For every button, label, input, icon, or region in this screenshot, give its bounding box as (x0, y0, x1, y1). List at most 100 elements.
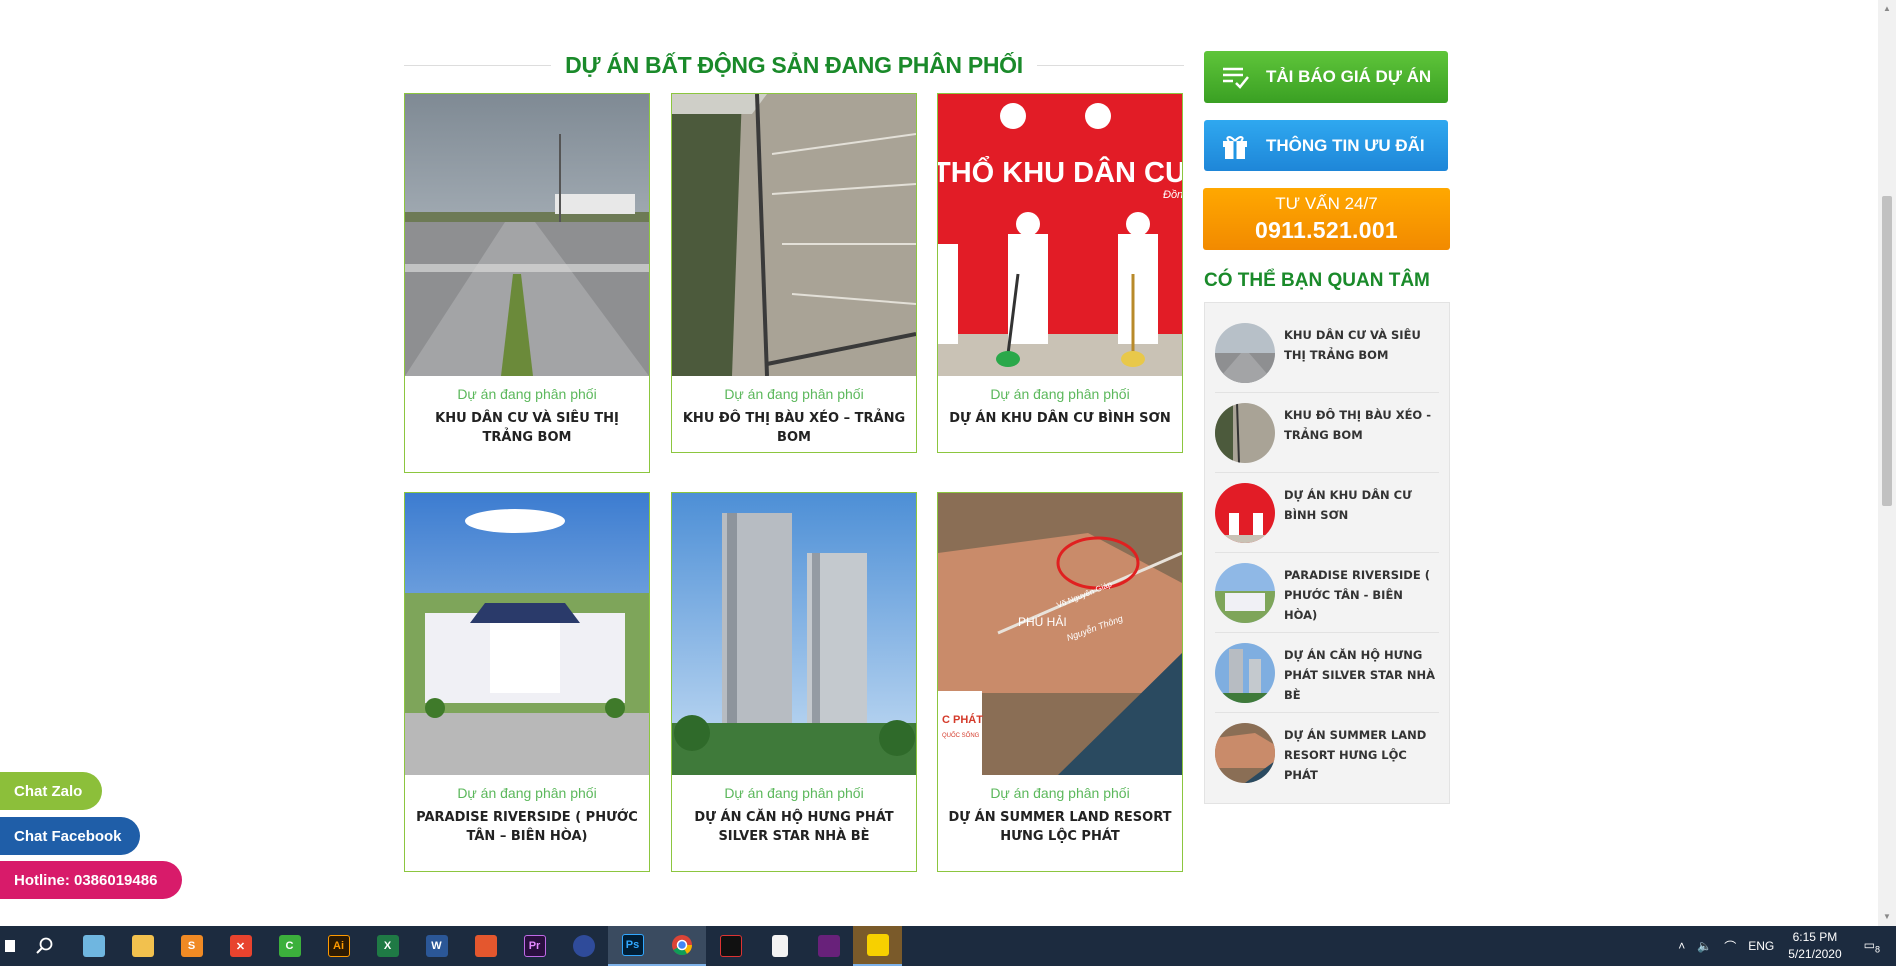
related-thumbnail[interactable] (1215, 483, 1275, 543)
map-logo-subtext: QUỐC SỐNG (942, 732, 980, 739)
section-header: DỰ ÁN BẤT ĐỘNG SẢN ĐANG PHÂN PHỐI (404, 48, 1185, 82)
download-price-button[interactable]: TẢI BÁO GIÁ DỰ ÁN (1204, 51, 1448, 103)
project-name[interactable]: KHU ĐÔ THỊ BÀU XÉO – TRẢNG BOM (680, 409, 908, 447)
banner-subtext: Đồn (1163, 189, 1182, 201)
language-indicator[interactable]: ENG (1748, 939, 1774, 953)
project-image[interactable] (672, 94, 916, 376)
related-projects-list: KHU DÂN CƯ VÀ SIÊU THỊ TRẢNG BOM KHU ĐÔ … (1204, 302, 1450, 804)
document-icon[interactable] (755, 926, 804, 966)
file-explorer-icon[interactable] (118, 926, 167, 966)
related-item[interactable]: KHU DÂN CƯ VÀ SIÊU THỊ TRẢNG BOM (1215, 313, 1439, 393)
project-name[interactable]: PARADISE RIVERSIDE ( PHƯỚC TÂN – BIÊN HÒ… (413, 808, 641, 846)
related-item[interactable]: DỰ ÁN CĂN HỘ HƯNG PHÁT SILVER STAR NHÀ B… (1215, 633, 1439, 713)
project-card[interactable]: Dự án đang phân phối PARADISE RIVERSIDE … (404, 492, 650, 872)
promotion-info-label: THÔNG TIN ƯU ĐÃI (1266, 135, 1425, 155)
map-place-label: PHÚ HẢI (1018, 614, 1067, 629)
visual-studio-icon[interactable] (804, 926, 853, 966)
photoshop-icon[interactable]: Ps (608, 926, 657, 966)
windows-taskbar: S ✕ C Ai X W Pr Ps ˄ 🔈 ⌒ ENG 6:15 PM 5/2… (0, 926, 1896, 966)
notification-count: 8 (1874, 944, 1880, 955)
project-category: Dự án đang phân phối (990, 785, 1130, 801)
related-thumbnail[interactable] (1215, 563, 1275, 623)
map-logo-text: C PHÁT (942, 713, 983, 726)
advice-phone[interactable]: 0911.521.001 (1255, 217, 1398, 244)
related-item[interactable]: PARADISE RIVERSIDE ( PHƯỚC TÂN - BIÊN HÒ… (1215, 553, 1439, 633)
clock[interactable]: 6:15 PM 5/21/2020 (1788, 929, 1841, 963)
project-image[interactable] (405, 94, 649, 376)
project-category: Dự án đang phân phối (724, 386, 864, 402)
page: DỰ ÁN BẤT ĐỘNG SẢN ĐANG PHÂN PHỐI Dự án … (0, 0, 1896, 966)
project-card[interactable]: Dự án đang phân phối KHU ĐÔ THỊ BÀU XÉO … (671, 93, 917, 453)
project-card[interactable]: PHÚ HẢI Võ Nguyên Giáp Nguyễn Thông C PH… (937, 492, 1183, 872)
foxit-icon[interactable] (461, 926, 510, 966)
promotion-info-button[interactable]: THÔNG TIN ƯU ĐÃI (1204, 120, 1448, 171)
project-category: Dự án đang phân phối (724, 785, 864, 801)
chat-facebook-button[interactable]: Chat Facebook (0, 817, 140, 855)
project-name[interactable]: DỰ ÁN KHU DÂN CƯ BÌNH SƠN (946, 409, 1174, 428)
related-thumbnail[interactable] (1215, 723, 1275, 783)
vpn-icon[interactable] (559, 926, 608, 966)
section-title: DỰ ÁN BẤT ĐỘNG SẢN ĐANG PHÂN PHỐI (565, 51, 1023, 78)
hotline-advice-button[interactable]: TƯ VẤN 24/7 0911.521.001 (1203, 188, 1450, 250)
chrome-icon[interactable] (657, 926, 706, 966)
project-name[interactable]: DỰ ÁN SUMMER LAND RESORT HƯNG LỘC PHÁT (946, 808, 1174, 846)
scroll-up-arrow-icon[interactable]: ▲ (1882, 4, 1892, 13)
clock-time: 6:15 PM (1792, 930, 1838, 944)
project-category: Dự án đang phân phối (457, 386, 597, 402)
download-price-label: TẢI BÁO GIÁ DỰ ÁN (1266, 67, 1432, 86)
project-category: Dự án đang phân phối (990, 386, 1130, 402)
project-card[interactable]: THỔ KHU DÂN CƯ BÌ Đồn Dự án đang phân ph… (937, 93, 1183, 453)
title-divider-right (1036, 64, 1185, 66)
system-tray: ˄ 🔈 ⌒ ENG 6:15 PM 5/21/2020 ▭8 (1678, 926, 1896, 966)
xmind-icon[interactable]: ✕ (216, 926, 265, 966)
related-item-title[interactable]: KHU ĐÔ THỊ BÀU XÉO - TRẢNG BOM (1284, 405, 1439, 445)
related-item-title[interactable]: DỰ ÁN SUMMER LAND RESORT HƯNG LỘC PHÁT (1284, 725, 1439, 785)
banner-text: THỔ KHU DÂN CƯ BÌ (938, 155, 1182, 189)
start-icon[interactable] (0, 926, 20, 966)
project-name[interactable]: DỰ ÁN CĂN HỘ HƯNG PHÁT SILVER STAR NHÀ B… (680, 808, 908, 846)
related-item[interactable]: KHU ĐÔ THỊ BÀU XÉO - TRẢNG BOM (1215, 393, 1439, 473)
clock-date: 5/21/2020 (1788, 947, 1842, 961)
illustrator-icon[interactable]: Ai (314, 926, 363, 966)
project-image[interactable] (405, 493, 649, 775)
checklist-icon (1204, 65, 1266, 89)
related-item[interactable]: DỰ ÁN KHU DÂN CƯ BÌNH SƠN (1215, 473, 1439, 553)
scroll-down-arrow-icon[interactable]: ▼ (1882, 912, 1892, 921)
vertical-scrollbar[interactable]: ▲ ▼ (1878, 0, 1896, 926)
title-divider-left (404, 64, 552, 66)
chat-zalo-button[interactable]: Chat Zalo (0, 772, 102, 810)
premiere-icon[interactable]: Pr (510, 926, 559, 966)
chevron-up-icon[interactable]: ˄ (1678, 939, 1685, 953)
notes-app-icon[interactable] (69, 926, 118, 966)
project-category: Dự án đang phân phối (457, 785, 597, 801)
volume-icon[interactable]: 🔈 (1697, 939, 1712, 953)
hotline-button[interactable]: Hotline: 0386019486 (0, 861, 182, 899)
project-image[interactable] (672, 493, 916, 775)
project-image[interactable]: THỔ KHU DÂN CƯ BÌ Đồn (938, 94, 1182, 376)
project-image[interactable]: PHÚ HẢI Võ Nguyên Giáp Nguyễn Thông C PH… (938, 493, 1182, 775)
wifi-icon[interactable]: ⌒ (1724, 938, 1736, 955)
media-app-icon[interactable] (706, 926, 755, 966)
related-item-title[interactable]: KHU DÂN CƯ VÀ SIÊU THỊ TRẢNG BOM (1284, 325, 1439, 365)
excel-icon[interactable]: X (363, 926, 412, 966)
gift-icon (1204, 132, 1266, 160)
scrollbar-thumb[interactable] (1882, 196, 1892, 506)
project-card[interactable]: Dự án đang phân phối KHU DÂN CƯ VÀ SIÊU … (404, 93, 650, 473)
related-title: CÓ THỂ BẠN QUAN TÂM (1204, 270, 1430, 291)
sticky-notes-icon[interactable] (853, 926, 902, 966)
related-item-title[interactable]: DỰ ÁN CĂN HỘ HƯNG PHÁT SILVER STAR NHÀ B… (1284, 645, 1439, 705)
notification-icon[interactable]: ▭8 (1864, 938, 1880, 954)
advice-label: TƯ VẤN 24/7 (1275, 194, 1378, 213)
project-name[interactable]: KHU DÂN CƯ VÀ SIÊU THỊ TRẢNG BOM (413, 409, 641, 447)
project-card[interactable]: Dự án đang phân phối DỰ ÁN CĂN HỘ HƯNG P… (671, 492, 917, 872)
related-thumbnail[interactable] (1215, 403, 1275, 463)
related-thumbnail[interactable] (1215, 323, 1275, 383)
search-icon[interactable] (20, 926, 69, 966)
related-item-title[interactable]: DỰ ÁN KHU DÂN CƯ BÌNH SƠN (1284, 485, 1439, 525)
related-thumbnail[interactable] (1215, 643, 1275, 703)
related-item-title[interactable]: PARADISE RIVERSIDE ( PHƯỚC TÂN - BIÊN HÒ… (1284, 565, 1439, 625)
related-item[interactable]: DỰ ÁN SUMMER LAND RESORT HƯNG LỘC PHÁT (1215, 713, 1439, 793)
camtasia-icon[interactable]: C (265, 926, 314, 966)
word-icon[interactable]: W (412, 926, 461, 966)
sublime-icon[interactable]: S (167, 926, 216, 966)
